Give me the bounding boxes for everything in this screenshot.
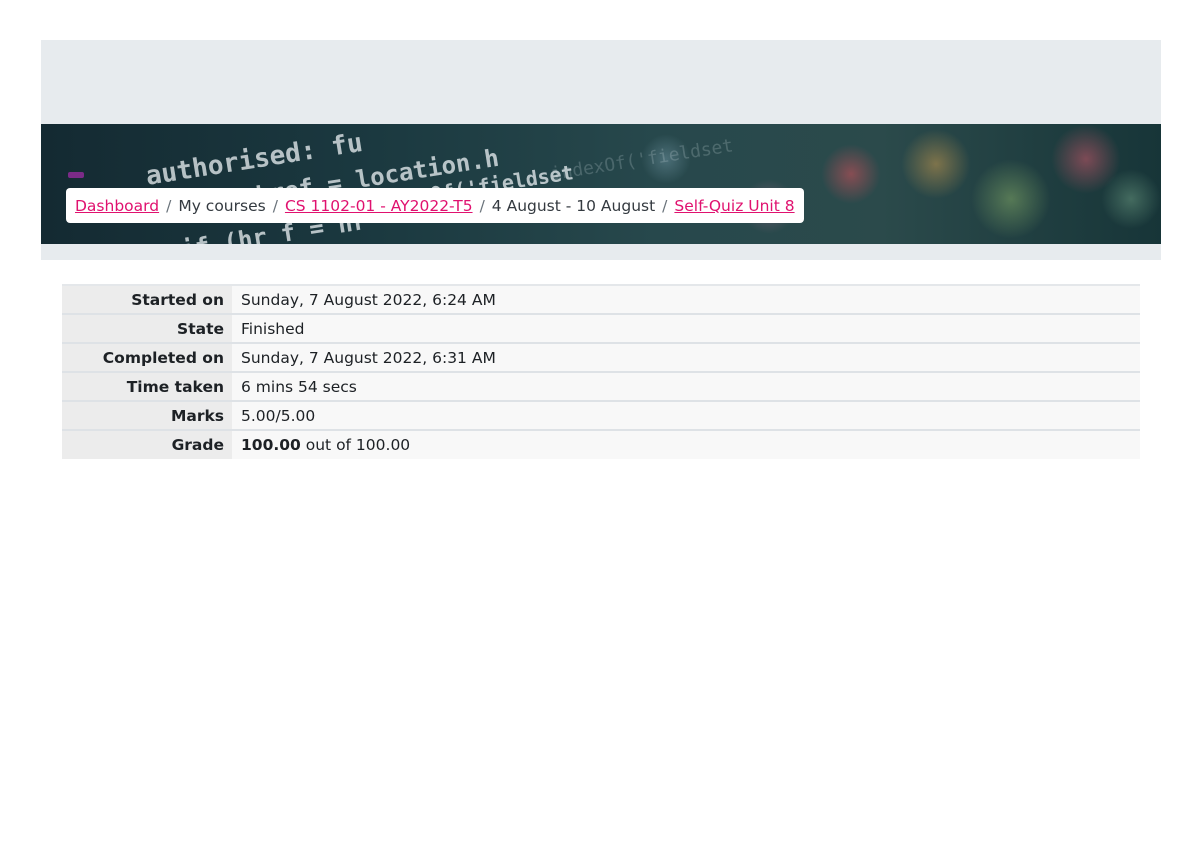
table-row: Grade 100.00 out of 100.00 [62,429,1140,459]
summary-label-marks: Marks [62,400,232,430]
header-banner-image: authorised: fu href = location.h indexOf… [41,124,1161,244]
breadcrumb-my-courses: My courses [178,196,266,215]
breadcrumb: Dashboard / My courses / CS 1102-01 - AY… [66,188,804,223]
banner-code-line-faint: indexOf('fieldset [549,135,735,185]
table-row: Completed on Sunday, 7 August 2022, 6:31… [62,342,1140,372]
breadcrumb-course-link[interactable]: CS 1102-01 - AY2022-T5 [285,197,473,215]
breadcrumb-week-section: 4 August - 10 August [491,196,656,215]
table-row: Started on Sunday, 7 August 2022, 6:24 A… [62,284,1140,314]
summary-label-grade: Grade [62,429,232,459]
breadcrumb-separator: / [272,196,278,215]
summary-label-started-on: Started on [62,284,232,314]
summary-label-time-taken: Time taken [62,371,232,401]
summary-value-marks: 5.00/5.00 [232,400,1140,430]
table-row: Time taken 6 mins 54 secs [62,371,1140,401]
summary-value-time-taken: 6 mins 54 secs [232,371,1140,401]
summary-value-started-on: Sunday, 7 August 2022, 6:24 AM [232,284,1140,314]
summary-value-grade: 100.00 out of 100.00 [232,429,1140,459]
breadcrumb-quiz-link[interactable]: Self-Quiz Unit 8 [674,197,794,215]
summary-label-completed-on: Completed on [62,342,232,372]
grade-score: 100.00 [241,436,301,454]
breadcrumb-separator: / [479,196,485,215]
breadcrumb-separator: / [166,196,172,215]
quiz-attempt-summary-table: Started on Sunday, 7 August 2022, 6:24 A… [62,284,1140,459]
table-row: Marks 5.00/5.00 [62,400,1140,430]
table-row: State Finished [62,313,1140,343]
breadcrumb-separator: / [662,196,668,215]
banner-marker [68,172,84,178]
summary-value-completed-on: Sunday, 7 August 2022, 6:31 AM [232,342,1140,372]
summary-label-state: State [62,313,232,343]
summary-value-state: Finished [232,313,1140,343]
grade-out-of: out of 100.00 [300,436,411,454]
page: authorised: fu href = location.h indexOf… [0,0,1200,848]
breadcrumb-dashboard-link[interactable]: Dashboard [75,197,159,215]
